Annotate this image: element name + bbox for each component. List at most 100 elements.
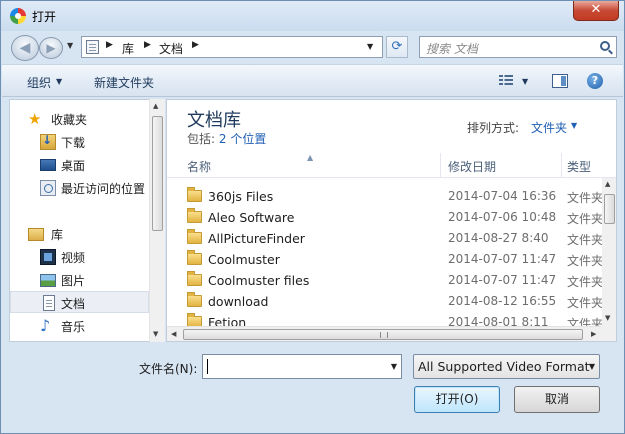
arrange-dropdown-icon[interactable]: ▼ bbox=[571, 121, 577, 130]
breadcrumb-chevron-icon[interactable]: ▶ bbox=[106, 40, 113, 50]
file-row[interactable]: AllPictureFinder 2014-08-27 8:40 文件夹 bbox=[167, 228, 604, 249]
file-type: 文件夹 bbox=[567, 296, 604, 310]
change-view-icon[interactable] bbox=[499, 75, 513, 87]
arrange-by-label: 排列方式: bbox=[467, 121, 520, 135]
scroll-right-icon[interactable]: ▶ bbox=[591, 330, 596, 338]
includes-locations-link[interactable]: 2 个位置 bbox=[219, 132, 266, 146]
nav-label: 库 bbox=[51, 228, 64, 242]
recent-pages-dropdown-icon[interactable]: ▼ bbox=[67, 41, 73, 50]
file-name: 360js Files bbox=[208, 189, 274, 204]
vertical-scroll-thumb[interactable] bbox=[604, 194, 615, 224]
refresh-icon: ⟳ bbox=[391, 39, 403, 54]
nav-item-downloads[interactable]: 下载 bbox=[10, 131, 149, 153]
desktop-icon bbox=[40, 159, 56, 171]
breadcrumb-chevron-icon[interactable]: ▶ bbox=[144, 40, 151, 50]
filename-dropdown-icon[interactable]: ▼ bbox=[391, 362, 397, 371]
close-button[interactable]: ✕ bbox=[573, 1, 619, 21]
address-bar[interactable]: ▶ 库 ▶ 文档 ▶ bbox=[81, 36, 383, 58]
sort-ascending-icon: ▲ bbox=[307, 153, 314, 162]
document-icon bbox=[43, 295, 55, 311]
library-title: 文档库 bbox=[187, 110, 241, 131]
address-history-dropdown-icon[interactable]: ▼ bbox=[367, 42, 373, 51]
file-date: 2014-07-04 16:36 bbox=[448, 189, 557, 203]
column-divider[interactable] bbox=[561, 153, 562, 177]
folder-icon bbox=[187, 208, 202, 223]
file-row[interactable]: Coolmuster 2014-07-07 11:47 文件夹 bbox=[167, 249, 604, 270]
help-icon[interactable]: ? bbox=[587, 73, 603, 89]
file-name: Coolmuster bbox=[208, 252, 280, 267]
open-file-dialog: 打开 ✕ ◀ ▶ ▼ ▶ 库 ▶ 文档 ▶ ▼ ⟳ 搜索 文档 组织 ▼ 新建文… bbox=[0, 0, 625, 434]
scroll-grip-icon bbox=[380, 332, 388, 338]
file-type: 文件夹 bbox=[567, 275, 604, 289]
cancel-button[interactable]: 取消 bbox=[514, 386, 600, 413]
filename-input[interactable]: ▼ bbox=[202, 354, 402, 379]
file-list-vertical-scrollbar[interactable]: ▲ ▼ bbox=[602, 178, 616, 326]
horizontal-scroll-thumb[interactable] bbox=[183, 329, 583, 340]
nav-item-videos[interactable]: 视频 bbox=[10, 246, 149, 268]
includes-label: 包括: bbox=[187, 132, 216, 146]
organize-menu[interactable]: 组织 bbox=[27, 74, 51, 91]
nav-item-music[interactable]: ♪ 音乐 bbox=[10, 315, 149, 337]
column-date[interactable]: 修改日期 bbox=[448, 158, 496, 175]
file-row[interactable]: download 2014-08-12 16:55 文件夹 bbox=[167, 291, 604, 312]
file-list-pane: 文档库 包括: 2 个位置 排列方式: 文件夹 ▼ ▲ 名称 修改日期 类型 3… bbox=[166, 99, 617, 342]
nav-item-desktop[interactable]: 桌面 bbox=[10, 154, 149, 176]
recent-places-icon bbox=[40, 180, 56, 196]
nav-label: 收藏夹 bbox=[51, 113, 88, 127]
nav-item-favorites[interactable]: ★ 收藏夹 bbox=[10, 108, 149, 130]
refresh-button[interactable]: ⟳ bbox=[386, 36, 408, 58]
breadcrumb-documents[interactable]: 文档 bbox=[159, 40, 183, 57]
file-name: Coolmuster files bbox=[208, 273, 310, 288]
back-button[interactable]: ◀ bbox=[11, 35, 39, 61]
folder-icon bbox=[187, 292, 202, 307]
column-name[interactable]: 名称 bbox=[187, 158, 211, 175]
column-divider[interactable] bbox=[440, 153, 441, 177]
file-type: 文件夹 bbox=[567, 254, 604, 268]
file-type: 文件夹 bbox=[567, 191, 604, 205]
scroll-down-icon[interactable]: ▼ bbox=[605, 314, 610, 322]
file-date: 2014-08-27 8:40 bbox=[448, 231, 549, 245]
file-type: 文件夹 bbox=[567, 212, 604, 226]
nav-item-recent-places[interactable]: 最近访问的位置 bbox=[10, 177, 149, 199]
forward-button[interactable]: ▶ bbox=[39, 37, 63, 59]
column-header-row: ▲ 名称 修改日期 类型 bbox=[167, 153, 616, 178]
preview-pane-icon[interactable] bbox=[552, 74, 568, 88]
nav-scroll-thumb[interactable] bbox=[152, 116, 163, 231]
view-options-dropdown-icon[interactable]: ▼ bbox=[522, 77, 528, 86]
text-caret bbox=[207, 359, 208, 374]
scroll-down-icon[interactable]: ▼ bbox=[153, 330, 158, 338]
file-row[interactable]: Aleo Software 2014-07-06 10:48 文件夹 bbox=[167, 207, 604, 228]
organize-dropdown-icon[interactable]: ▼ bbox=[56, 77, 62, 86]
arrange-by-dropdown[interactable]: 文件夹 bbox=[531, 119, 567, 136]
nav-item-pictures[interactable]: 图片 bbox=[10, 269, 149, 291]
nav-item-libraries[interactable]: 库 bbox=[10, 223, 149, 245]
scroll-left-icon[interactable]: ◀ bbox=[171, 330, 176, 338]
file-type-select[interactable]: All Supported Video Format ▼ bbox=[413, 354, 600, 379]
file-type: 文件夹 bbox=[567, 233, 604, 247]
open-button[interactable]: 打开(O) bbox=[414, 386, 500, 413]
file-row[interactable]: 360js Files 2014-07-04 16:36 文件夹 bbox=[167, 186, 604, 207]
file-type-dropdown-icon[interactable]: ▼ bbox=[589, 362, 595, 371]
file-list-horizontal-scrollbar[interactable]: ◀ ▶ bbox=[167, 326, 602, 341]
nav-item-documents[interactable]: 文档 bbox=[10, 291, 149, 313]
filename-label: 文件名(N): bbox=[139, 362, 198, 376]
file-name: download bbox=[208, 294, 269, 309]
folder-location-icon bbox=[86, 40, 99, 54]
search-input[interactable]: 搜索 文档 bbox=[419, 36, 617, 58]
scroll-up-icon[interactable]: ▲ bbox=[605, 180, 610, 188]
folder-icon bbox=[187, 250, 202, 265]
new-folder-button[interactable]: 新建文件夹 bbox=[94, 74, 154, 91]
library-includes: 包括: 2 个位置 bbox=[187, 130, 266, 147]
breadcrumb-chevron-icon[interactable]: ▶ bbox=[192, 40, 199, 50]
folder-icon bbox=[187, 187, 202, 202]
scroll-up-icon[interactable]: ▲ bbox=[153, 102, 158, 110]
video-icon bbox=[40, 249, 56, 265]
file-row[interactable]: Coolmuster files 2014-07-07 11:47 文件夹 bbox=[167, 270, 604, 291]
command-bar: 组织 ▼ 新建文件夹 ▼ ? bbox=[2, 64, 623, 97]
nav-pane-scrollbar[interactable]: ▲ ▼ bbox=[149, 99, 165, 342]
star-icon: ★ bbox=[28, 110, 42, 128]
column-type[interactable]: 类型 bbox=[567, 158, 591, 175]
breadcrumb-library[interactable]: 库 bbox=[122, 40, 134, 57]
nav-label: 下载 bbox=[61, 136, 86, 150]
file-type-value: All Supported Video Format bbox=[418, 359, 590, 374]
